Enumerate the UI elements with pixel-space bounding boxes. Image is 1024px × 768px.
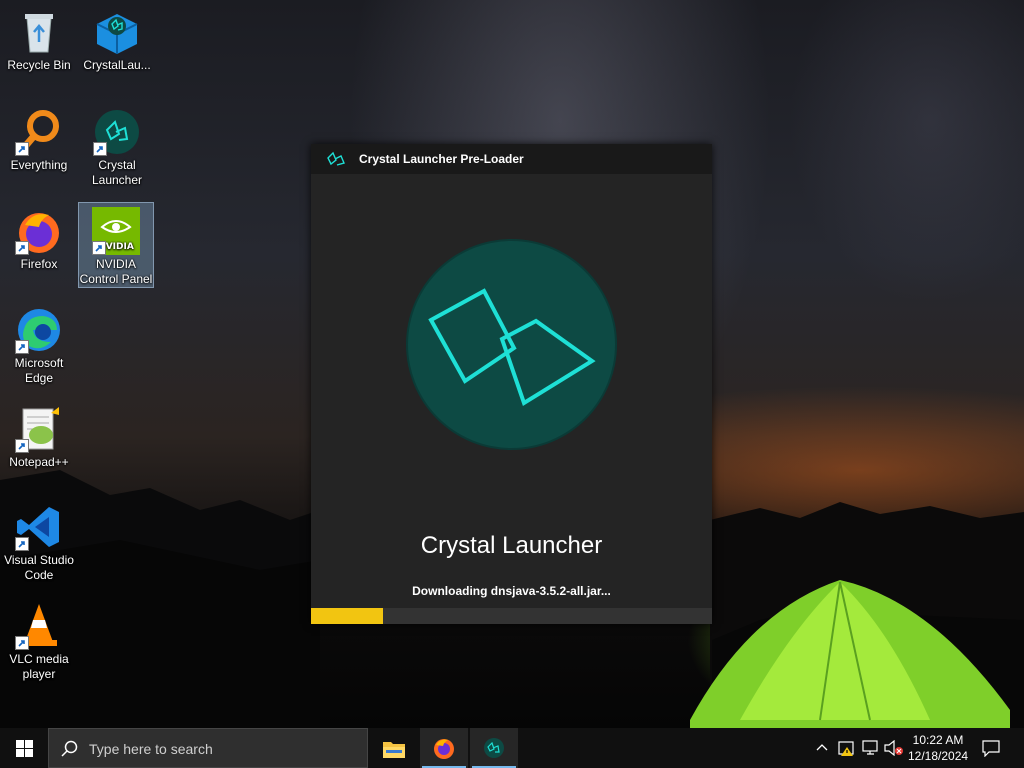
shortcut-arrow-icon xyxy=(15,537,29,551)
tent-image xyxy=(690,580,1010,728)
taskbar-crystal-launcher[interactable] xyxy=(470,728,518,768)
shortcut-arrow-icon xyxy=(15,241,29,255)
window-titlebar[interactable]: Crystal Launcher Pre-Loader xyxy=(311,144,712,174)
desktop-icon-recycle-bin[interactable]: Recycle Bin xyxy=(2,4,76,73)
shortcut-arrow-icon xyxy=(15,142,29,156)
security-warning-icon[interactable] xyxy=(838,739,856,757)
nvidia-icon: NVIDIA xyxy=(92,207,140,255)
shortcut-arrow-icon xyxy=(15,439,29,453)
progress-bar xyxy=(311,608,712,624)
desktop-icon-firefox[interactable]: Firefox xyxy=(2,203,76,272)
firefox-icon xyxy=(434,739,454,759)
desktop-icon-crystal-installer[interactable]: CrystalLau... xyxy=(80,4,154,73)
crystal-launcher-icon xyxy=(327,151,345,166)
chevron-up-icon[interactable] xyxy=(816,742,828,754)
windows-logo-icon xyxy=(16,740,33,757)
crystal-launcher-icon xyxy=(93,108,141,156)
taskbar-firefox[interactable] xyxy=(420,728,468,768)
progress-bar-fill xyxy=(311,608,384,624)
taskbar-search-box[interactable]: Type here to search xyxy=(48,728,368,768)
crystal-launcher-icon xyxy=(484,738,504,758)
desktop-icon-label: Visual Studio Code xyxy=(4,553,74,582)
desktop-icon-vlc[interactable]: VLC media player xyxy=(2,598,76,682)
desktop-icon-label: NVIDIA Control Panel xyxy=(79,257,153,286)
start-button[interactable] xyxy=(0,728,48,768)
vlc-icon xyxy=(15,602,63,650)
recycle-bin-icon xyxy=(15,8,63,56)
desktop-icon-label: Notepad++ xyxy=(9,455,69,469)
notepadpp-icon xyxy=(15,405,63,453)
firefox-icon xyxy=(15,207,63,255)
app-name: Crystal Launcher xyxy=(420,532,603,559)
clock[interactable]: 10:22 AM 12/18/2024 xyxy=(908,732,968,764)
shortcut-arrow-icon xyxy=(15,340,29,354)
magnifier-icon xyxy=(15,108,63,156)
window-title: Crystal Launcher Pre-Loader xyxy=(359,152,524,166)
desktop-icon-crystal-launcher[interactable]: Crystal Launcher xyxy=(80,104,154,188)
search-placeholder: Type here to search xyxy=(89,741,213,757)
desktop: Recycle Bin CrystalLau... Everything Cry… xyxy=(0,0,1024,728)
search-icon xyxy=(61,740,78,757)
volume-muted-icon[interactable] xyxy=(884,740,904,756)
desktop-icon-label: CrystalLau... xyxy=(83,58,151,72)
desktop-icon-everything[interactable]: Everything xyxy=(2,104,76,173)
taskbar: Type here to search 10:22 AM 12/18/2024 xyxy=(0,728,1024,768)
desktop-icon-notepadpp[interactable]: Notepad++ xyxy=(2,401,76,470)
desktop-icon-nvidia-control-panel[interactable]: NVIDIA NVIDIA Control Panel xyxy=(78,202,154,288)
notification-center-icon[interactable] xyxy=(982,739,1000,757)
file-explorer-icon xyxy=(383,742,405,758)
taskbar-file-explorer[interactable] xyxy=(370,728,418,768)
shortcut-arrow-icon xyxy=(15,636,29,650)
desktop-icon-microsoft-edge[interactable]: Microsoft Edge xyxy=(2,302,76,386)
clock-date: 12/18/2024 xyxy=(908,749,969,763)
shortcut-arrow-icon xyxy=(93,142,107,156)
desktop-icon-vscode[interactable]: Visual Studio Code xyxy=(2,499,76,583)
desktop-icon-label: Everything xyxy=(10,158,68,172)
desktop-icon-label: Firefox xyxy=(20,257,58,271)
desktop-icon-label: Crystal Launcher xyxy=(91,158,143,187)
package-box-icon xyxy=(93,8,141,56)
desktop-icon-label: Recycle Bin xyxy=(7,58,71,72)
clock-time: 10:22 AM xyxy=(912,733,964,747)
download-status: Downloading dnsjava-3.5.2-all.jar... xyxy=(412,584,611,598)
shortcut-arrow-icon xyxy=(92,241,106,255)
desktop-icon-label: VLC media player xyxy=(9,652,69,681)
crystal-launcher-logo xyxy=(408,241,615,448)
desktop-icon-label: Microsoft Edge xyxy=(14,356,64,385)
edge-icon xyxy=(15,306,63,354)
vscode-icon xyxy=(15,503,63,551)
network-icon[interactable] xyxy=(862,740,880,756)
preloader-window[interactable]: Crystal Launcher Pre-Loader Crystal Laun… xyxy=(311,144,712,624)
